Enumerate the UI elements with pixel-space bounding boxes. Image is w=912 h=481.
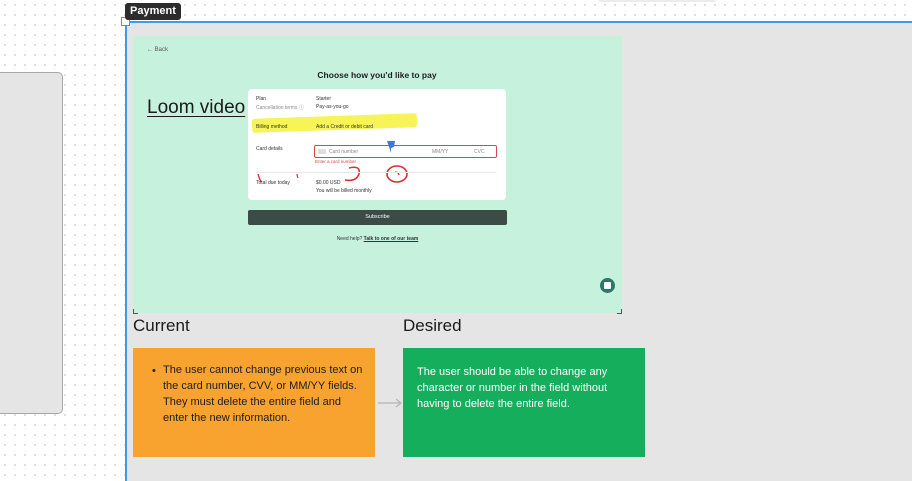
divider [256,172,496,173]
desired-note-text: The user should be able to change any ch… [417,366,608,410]
help-text: Need help? Talk to one of our team [248,236,507,242]
card-details-label: Card details [256,146,283,152]
video-corner-right [617,309,622,314]
card-number-placeholder[interactable]: Card number [329,149,358,155]
desired-sticky-note[interactable]: The user should be able to change any ch… [403,348,645,457]
pointer-pin-icon [387,141,395,153]
bullet-icon: • [152,365,156,377]
current-sticky-note[interactable]: • The user cannot change previous text o… [133,348,375,457]
current-note-text: The user cannot change previous text on … [163,364,363,424]
back-link[interactable]: ← Back [147,47,168,53]
plan-label: Plan [256,96,267,102]
frame-label[interactable]: Payment [125,3,181,20]
plan-value: Starter [316,96,332,102]
total-label: Total due today [256,180,290,186]
billing-value: Add a Credit or debit card [316,124,373,130]
video-corner-left [133,309,138,314]
card-icon [318,149,326,154]
help-link[interactable]: Talk to one of our team [364,236,419,242]
canvas-element [598,0,716,2]
cancellation-label: Cancellation terms ⓘ [256,105,304,111]
help-prompt: Need help? [336,236,363,242]
current-heading: Current [133,316,190,335]
loom-video-label[interactable]: Loom video [147,97,245,119]
cvc-placeholder[interactable]: CVC [474,149,485,155]
total-value: $0.00 USD [316,180,341,186]
connector-arrow-icon[interactable] [377,396,403,410]
chat-icon[interactable] [600,278,615,293]
expiry-placeholder[interactable]: MM/YY [432,149,448,155]
neighbor-frame[interactable] [0,72,63,414]
subscribe-button[interactable]: Subscribe [248,210,507,225]
billing-label: Billing method [256,124,288,130]
billing-note: You will be billed monthly [316,188,372,194]
payment-title: Choose how you'd like to pay [317,70,437,80]
cancellation-value: Pay-as-you-go [316,104,349,110]
desired-heading: Desired [403,316,462,335]
